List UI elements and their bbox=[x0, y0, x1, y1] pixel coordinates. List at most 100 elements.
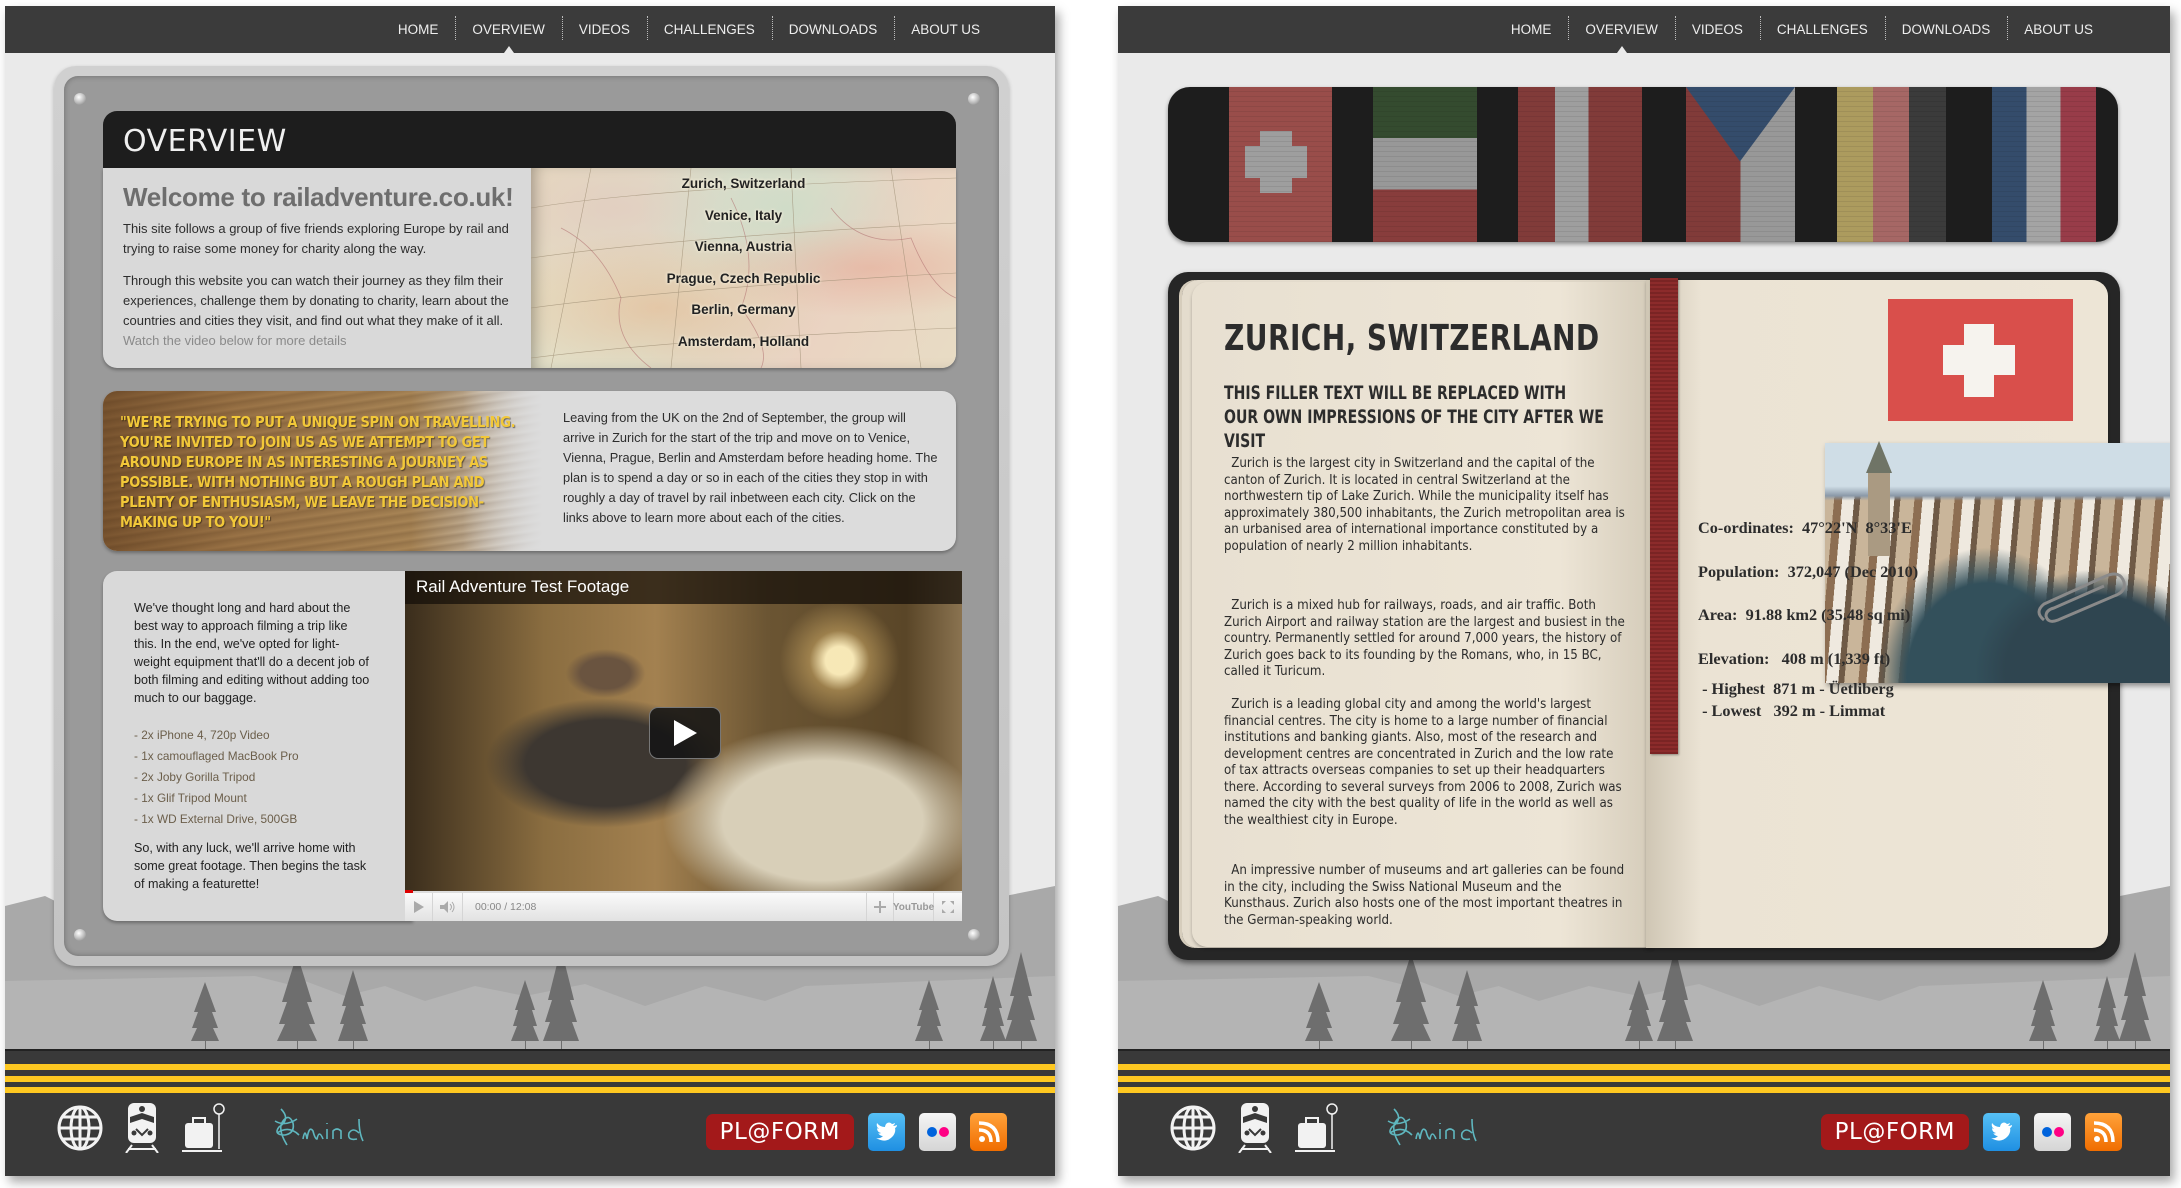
city-subtitle: This filler text will be replaced with o… bbox=[1224, 383, 1604, 452]
rail-stripe bbox=[1118, 1064, 2170, 1070]
city-paragraph: An impressive number of museums and art … bbox=[1224, 863, 1625, 928]
rss-icon bbox=[2093, 1121, 2115, 1143]
luggage-scale-icon[interactable] bbox=[179, 1103, 229, 1153]
city-link-vienna[interactable]: Vienna, Austria bbox=[531, 239, 956, 254]
europe-map: Zurich, Switzerland Venice, Italy Vienna… bbox=[531, 168, 956, 368]
list-item: - 2x iPhone 4, 720p Video bbox=[134, 728, 270, 742]
nav-challenges[interactable]: CHALLENGES bbox=[646, 6, 772, 53]
twitter-button[interactable] bbox=[868, 1113, 905, 1151]
fact-lowest: - Lowest 392 m - Limmat bbox=[1698, 701, 1886, 720]
city-link-prague[interactable]: Prague, Czech Republic bbox=[531, 271, 956, 286]
globe-icon[interactable] bbox=[1168, 1103, 1218, 1153]
nav-videos[interactable]: VIDEOS bbox=[1674, 6, 1760, 53]
rivet-icon bbox=[968, 929, 980, 941]
city-paragraph: Zurich is the largest city in Switzerlan… bbox=[1224, 456, 1625, 554]
page-title: OVERVIEW bbox=[123, 124, 287, 159]
volume-icon bbox=[439, 901, 454, 913]
twitter-button[interactable] bbox=[1983, 1113, 2020, 1151]
mind-charity-logo[interactable] bbox=[1384, 1105, 1489, 1151]
social-links: PL@FORM bbox=[1820, 1113, 2122, 1151]
flag-austria[interactable] bbox=[1518, 87, 1642, 242]
equipment-intro: We've thought long and hard about the be… bbox=[134, 601, 370, 705]
train-icon[interactable] bbox=[117, 1103, 167, 1153]
city-link-venice[interactable]: Venice, Italy bbox=[531, 208, 956, 223]
fact-highest: - Highest 871 m - Üetliberg bbox=[1698, 679, 1894, 698]
twitter-icon bbox=[875, 1122, 897, 1141]
fact-coordinates: Co-ordinates: 47°22'N 8°33'E bbox=[1698, 518, 1912, 537]
rail-stripe bbox=[1118, 1076, 2170, 1082]
swiss-flag bbox=[1888, 299, 2073, 421]
nav-home[interactable]: HOME bbox=[381, 6, 456, 53]
overview-page: HOME OVERVIEW VIDEOS CHALLENGES DOWNLOAD… bbox=[5, 6, 1055, 1176]
equipment-panel: We've thought long and hard about the be… bbox=[103, 571, 413, 921]
mind-charity-logo[interactable] bbox=[271, 1105, 376, 1151]
train-icon[interactable] bbox=[1230, 1103, 1280, 1153]
nav-overview[interactable]: OVERVIEW bbox=[455, 6, 562, 53]
social-links: PL@FORM bbox=[705, 1113, 1007, 1151]
rss-button[interactable] bbox=[2085, 1113, 2122, 1151]
overview-header: OVERVIEW bbox=[103, 111, 956, 168]
city-title: Zurich, Switzerland bbox=[1224, 318, 1600, 359]
city-link-amsterdam[interactable]: Amsterdam, Holland bbox=[531, 334, 956, 349]
fact-population: Population: 372,047 (Dec 2010) bbox=[1698, 562, 1919, 581]
rivet-icon bbox=[968, 93, 980, 105]
top-nav: HOME OVERVIEW VIDEOS CHALLENGES DOWNLOAD… bbox=[1118, 6, 2170, 53]
nav-downloads[interactable]: DOWNLOADS bbox=[771, 6, 895, 53]
video-timecode: 00:00 / 12:08 bbox=[475, 901, 537, 913]
city-link-berlin[interactable]: Berlin, Germany bbox=[531, 302, 956, 317]
flickr-icon bbox=[926, 1127, 949, 1137]
globe-icon[interactable] bbox=[55, 1103, 105, 1153]
flickr-button[interactable] bbox=[2034, 1113, 2071, 1151]
flag-strip bbox=[1168, 87, 2118, 242]
intro-paragraph: This site follows a group of five friend… bbox=[123, 221, 509, 256]
volume-control[interactable] bbox=[433, 893, 463, 921]
flag-netherlands[interactable] bbox=[1992, 87, 2096, 242]
intro-paragraph: Through this website you can watch their… bbox=[123, 273, 509, 328]
list-item: - 1x Glif Tripod Mount bbox=[134, 791, 247, 805]
welcome-title: Welcome to railadventure.co.uk! bbox=[123, 182, 514, 212]
progress-bar[interactable] bbox=[405, 890, 413, 893]
flickr-button[interactable] bbox=[919, 1113, 956, 1151]
top-nav: HOME OVERVIEW VIDEOS CHALLENGES DOWNLOAD… bbox=[5, 6, 1055, 53]
video-hint-link[interactable]: Watch the video below for more details bbox=[123, 331, 518, 350]
platform-button[interactable]: PL@FORM bbox=[705, 1114, 854, 1150]
flag-germany[interactable] bbox=[1837, 87, 1946, 242]
video-player[interactable]: Rail Adventure Test Footage 00:00 / 12:0… bbox=[405, 571, 962, 921]
play-button[interactable] bbox=[649, 707, 721, 759]
flag-czech-republic[interactable] bbox=[1686, 87, 1795, 242]
tree-silhouettes bbox=[1305, 948, 2151, 1051]
city-guide-book: Zurich, Switzerland This filler text wil… bbox=[1168, 272, 2170, 960]
rail-stripe bbox=[5, 1076, 1055, 1082]
rss-button[interactable] bbox=[970, 1113, 1007, 1151]
fact-area: Area: 91.88 km2 (35.48 sq mi) bbox=[1698, 605, 1911, 624]
twitter-icon bbox=[1990, 1122, 2012, 1141]
city-link-zurich[interactable]: Zurich, Switzerland bbox=[531, 176, 956, 191]
flag-switzerland[interactable] bbox=[1229, 87, 1332, 242]
flag-italy[interactable] bbox=[1373, 87, 1477, 242]
fullscreen-icon bbox=[942, 901, 954, 913]
platform-button[interactable]: PL@FORM bbox=[1820, 1114, 1969, 1150]
plus-icon bbox=[874, 901, 886, 913]
list-item: - 2x Joby Gorilla Tripod bbox=[134, 770, 256, 784]
play-control[interactable] bbox=[405, 893, 433, 921]
nav-home[interactable]: HOME bbox=[1494, 6, 1569, 53]
trip-info: Leaving from the UK on the 2nd of Septem… bbox=[563, 410, 938, 525]
nav-about-us[interactable]: ABOUT US bbox=[2007, 6, 2110, 53]
city-paragraph: Zurich is a leading global city and amon… bbox=[1224, 697, 1622, 828]
footer-nav-icons bbox=[55, 1103, 376, 1153]
list-item: - 1x WD External Drive, 500GB bbox=[134, 812, 298, 826]
nav-downloads[interactable]: DOWNLOADS bbox=[1884, 6, 2008, 53]
youtube-logo[interactable]: YouTube bbox=[893, 893, 934, 921]
nav-overview[interactable]: OVERVIEW bbox=[1568, 6, 1675, 53]
video-title[interactable]: Rail Adventure Test Footage bbox=[416, 577, 629, 597]
fullscreen-button[interactable] bbox=[934, 893, 962, 921]
nav-videos[interactable]: VIDEOS bbox=[561, 6, 647, 53]
luggage-scale-icon[interactable] bbox=[1292, 1103, 1342, 1153]
mission-quote: "We're trying to put a unique spin on tr… bbox=[120, 413, 516, 531]
add-to-playlist-button[interactable] bbox=[866, 893, 894, 921]
welcome-panel: Welcome to railadventure.co.uk! This sit… bbox=[103, 168, 956, 368]
nav-about-us[interactable]: ABOUT US bbox=[894, 6, 997, 53]
equipment-outro: So, with any luck, we'll arrive home wit… bbox=[134, 841, 367, 891]
fact-elevation: Elevation: 408 m (1,339 ft) bbox=[1698, 649, 1891, 668]
nav-challenges[interactable]: CHALLENGES bbox=[1759, 6, 1885, 53]
